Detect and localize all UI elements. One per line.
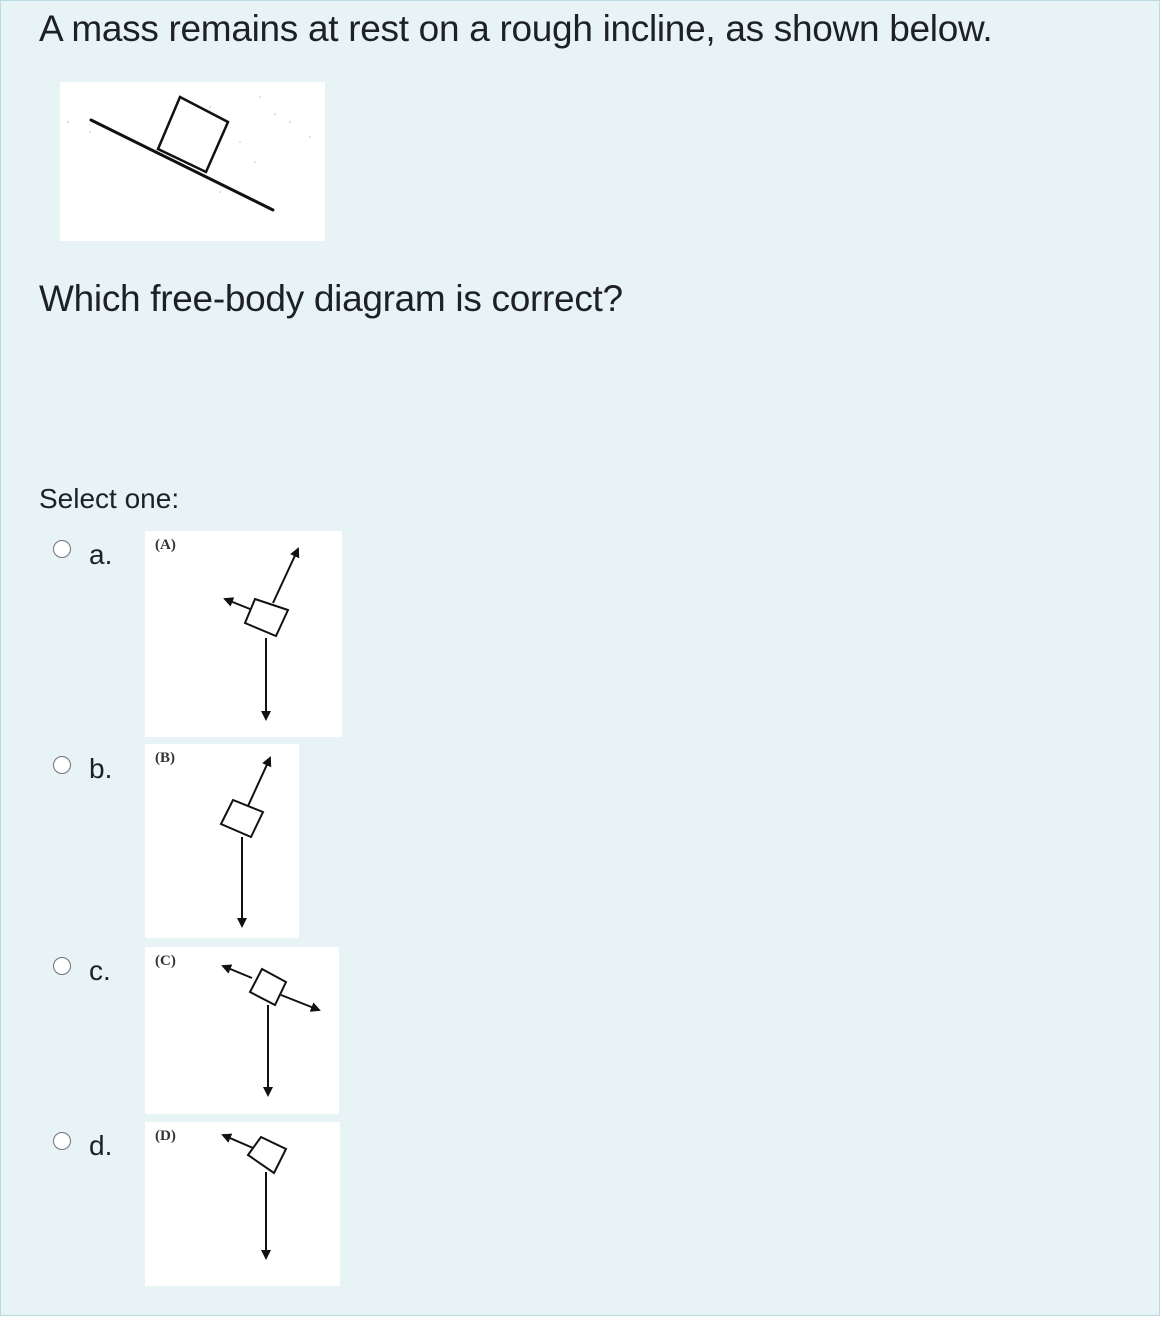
radio-option-b[interactable]	[53, 756, 71, 774]
fbd-image-c: (C)	[145, 947, 339, 1114]
fbd-image-d: (D)	[145, 1122, 340, 1286]
option-letter: a.	[89, 539, 113, 570]
incline-image	[60, 82, 325, 241]
fbd-image-b: (B)	[145, 744, 299, 938]
fbd-image-a: (A)	[145, 531, 342, 737]
select-one-label: Select one:	[39, 483, 180, 514]
radio-option-d[interactable]	[53, 1132, 71, 1150]
radio-option-c[interactable]	[53, 957, 71, 975]
option-letter: d.	[89, 1130, 113, 1161]
question-text: A mass remains at rest on a rough inclin…	[39, 8, 993, 49]
option-letter: c.	[89, 955, 111, 986]
radio-option-a[interactable]	[53, 540, 71, 558]
option-letter: b.	[89, 753, 113, 784]
question-panel: A mass remains at rest on a rough inclin…	[0, 0, 1160, 1316]
question-prompt: Which free-body diagram is correct?	[39, 278, 623, 319]
